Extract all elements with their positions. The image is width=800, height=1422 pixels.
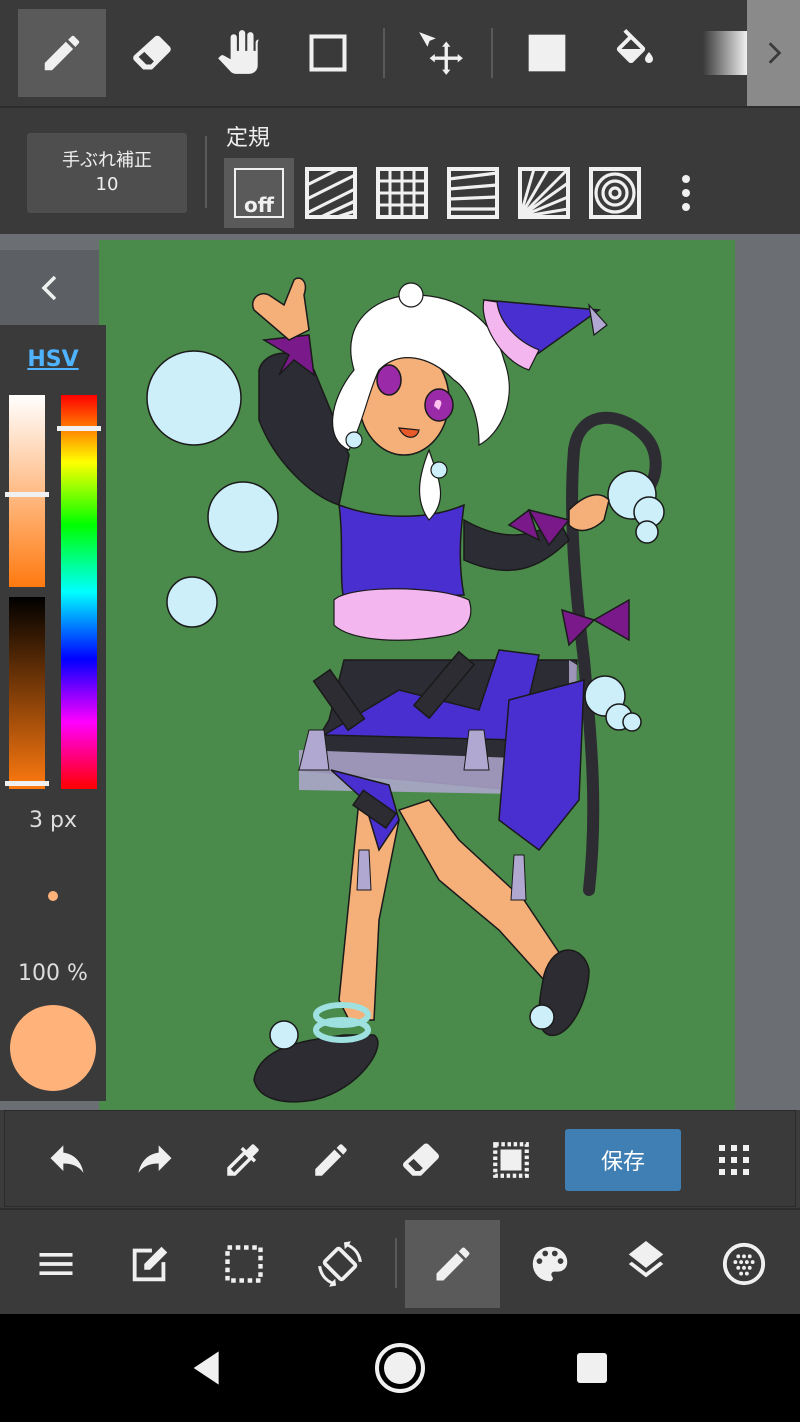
pencil-icon [44,35,80,71]
sub-toolbar: 手ぶれ補正 10 定規 off [0,106,800,234]
more-vert-icon [682,175,690,211]
chevron-left-icon [41,275,56,300]
redo-icon [138,1144,172,1173]
hand-icon [218,30,259,74]
nav-divider [395,1238,397,1288]
eyedropper-icon [227,1143,259,1176]
subtoolbar-divider [205,136,207,208]
rect-tool-button[interactable] [284,9,372,97]
ruler-off-button[interactable]: off [224,158,294,228]
back-icon [193,1351,219,1385]
brush-preview [48,891,58,901]
brush-size-label[interactable]: 3 px [0,808,106,833]
concentric-ruler-icon [589,167,641,219]
value-handle[interactable] [5,781,49,786]
hue-slider[interactable] [61,395,97,789]
perspective-ruler-button[interactable] [438,158,508,228]
artwork [146,277,665,1103]
eraser-icon [403,1143,439,1176]
canvas-area[interactable] [0,234,800,1110]
edit-button[interactable] [102,1220,197,1308]
bucket-tool-button[interactable] [591,9,679,97]
value-slider[interactable] [9,597,45,789]
saturation-handle[interactable] [5,492,49,497]
layers-icon [628,1241,663,1278]
menu-button[interactable] [8,1220,103,1308]
top-toolbar [0,0,800,106]
recents-icon [577,1353,607,1383]
parallel-ruler-button[interactable] [296,158,366,228]
rect-select-icon [309,34,347,72]
collapse-panel-button[interactable] [0,250,99,325]
gradient-tool-button[interactable] [679,9,747,97]
grid-ruler-button[interactable] [367,158,437,228]
edit-icon [132,1246,167,1282]
chevron-right-icon [768,42,781,64]
drawing-canvas[interactable] [99,240,735,1110]
move-tool-button[interactable] [396,9,484,97]
pencil-icon [315,1143,347,1176]
menu-icon [39,1253,72,1275]
radial-ruler-icon [518,167,570,219]
selection-button[interactable] [196,1220,291,1308]
ruler-more-button[interactable] [660,158,712,228]
eraser-tool-button[interactable] [108,9,196,97]
hue-handle[interactable] [57,426,101,431]
pencil-tool-button[interactable] [18,9,106,97]
color-panel: HSV 3 px 100 % [0,325,106,1101]
select-all-button[interactable] [467,1111,555,1208]
hsv-mode-link[interactable]: HSV [0,347,106,372]
system-recents-button[interactable] [560,1336,624,1400]
material-icon [722,1242,765,1286]
system-back-button[interactable] [175,1336,239,1400]
eraser-action-button[interactable] [377,1111,465,1208]
material-button[interactable] [696,1220,791,1308]
ruler-off-label: off [244,193,274,217]
palette-button[interactable] [502,1220,597,1308]
redo-button[interactable] [111,1111,199,1208]
system-nav-bar [0,1314,800,1422]
system-home-button[interactable] [368,1336,432,1400]
grid-ruler-icon [376,167,428,219]
home-icon [375,1343,425,1393]
toolbar-divider [383,28,385,78]
perspective-ruler-icon [447,167,499,219]
undo-icon [50,1144,84,1173]
palette-icon [532,1246,567,1282]
saturation-slider[interactable] [9,395,45,587]
fill-square-icon [528,34,566,72]
action-bar: 保存 [4,1110,796,1207]
save-button[interactable]: 保存 [565,1129,681,1191]
pen-action-button[interactable] [287,1111,375,1208]
toolbar-divider [491,28,493,78]
opacity-label[interactable]: 100 % [0,961,106,986]
fill-tool-button[interactable] [503,9,591,97]
ruler-title: 定規 [226,126,271,151]
concentric-ruler-button[interactable] [580,158,650,228]
more-actions-button[interactable] [690,1111,778,1208]
current-color-swatch[interactable] [10,1005,96,1091]
rotate-button[interactable] [292,1220,387,1308]
move-icon [419,32,463,75]
more-tools-button[interactable] [747,0,800,106]
bucket-icon [616,29,653,63]
selection-icon [224,1245,263,1283]
parallel-ruler-icon [305,167,357,219]
rotate-icon [317,1241,362,1287]
layers-button[interactable] [598,1220,693,1308]
hand-tool-button[interactable] [196,9,284,97]
pen-tool-nav-button[interactable] [405,1220,500,1308]
stabilizer-value: 10 [95,174,119,195]
stabilizer-button[interactable]: 手ぶれ補正 10 [27,133,187,213]
undo-button[interactable] [23,1111,111,1208]
eyedropper-button[interactable] [199,1111,287,1208]
radial-ruler-button[interactable] [509,158,579,228]
pen-tool-icon [436,1247,469,1281]
stabilizer-label: 手ぶれ補正 [62,150,152,171]
select-all-icon [493,1141,529,1178]
grid-dots-icon [719,1144,749,1175]
gradient-icon [703,31,747,75]
bottom-nav [0,1208,800,1314]
eraser-icon [133,35,171,70]
